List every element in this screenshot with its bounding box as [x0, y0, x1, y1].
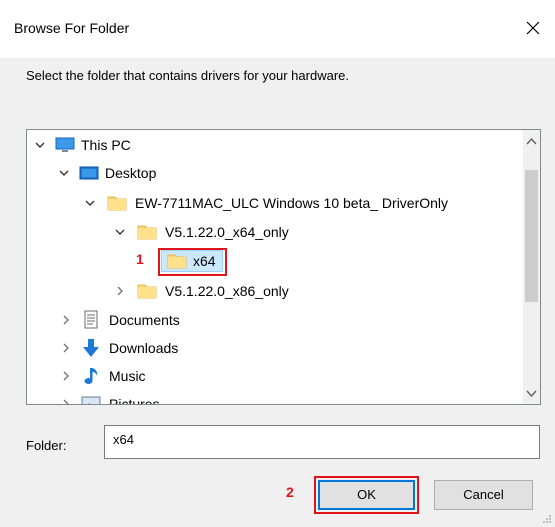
download-arrow-icon: [83, 339, 99, 357]
documents-icon: [84, 310, 98, 329]
tree-item-label: V5.1.22.0_x64_only: [165, 224, 289, 240]
scrollbar-thumb[interactable]: [525, 170, 538, 302]
tree-item-label: Music: [109, 368, 146, 384]
tree-item-label: Desktop: [105, 165, 157, 181]
tree-item-this-pc[interactable]: This PC: [27, 132, 524, 158]
annotation-box-step1: [158, 248, 227, 276]
chevron-down-icon[interactable]: [59, 168, 69, 178]
chevron-right-icon[interactable]: [115, 286, 125, 296]
tree-item-downloads[interactable]: Downloads: [27, 335, 524, 361]
close-button[interactable]: [511, 10, 555, 46]
music-note-icon: [84, 368, 98, 384]
cancel-button[interactable]: Cancel: [434, 480, 533, 510]
scroll-down-arrow-icon[interactable]: [526, 388, 537, 399]
chevron-right-icon[interactable]: [61, 343, 71, 353]
close-icon: [526, 21, 540, 35]
chevron-right-icon[interactable]: [61, 315, 71, 325]
annotation-step2-label: 2: [286, 484, 294, 500]
vertical-scrollbar[interactable]: [523, 130, 540, 404]
annotation-step1-label: 1: [136, 251, 144, 267]
chevron-down-icon[interactable]: [85, 198, 95, 208]
chevron-down-icon[interactable]: [115, 227, 125, 237]
pictures-icon: [81, 396, 101, 404]
tree-item-music[interactable]: Music: [27, 363, 524, 389]
scroll-up-arrow-icon[interactable]: [526, 136, 537, 147]
tree-item-label: V5.1.22.0_x86_only: [165, 283, 289, 299]
tree-item-x64[interactable]: x64: [27, 248, 524, 274]
chevron-right-icon[interactable]: [61, 399, 71, 405]
tree-item-label: Documents: [109, 312, 180, 328]
tree-item-label: Pictures: [109, 396, 160, 405]
desktop-icon: [79, 166, 99, 180]
instruction-text: Select the folder that contains drivers …: [26, 68, 349, 83]
title-bar: Browse For Folder: [0, 0, 555, 58]
chevron-right-icon[interactable]: [61, 371, 71, 381]
tree-item-label: Downloads: [109, 340, 179, 356]
tree-item-x64-only-folder[interactable]: V5.1.22.0_x64_only: [27, 219, 524, 245]
tree-item-pictures[interactable]: Pictures: [27, 391, 524, 405]
tree-item-label: EW-7711MAC_ULC Windows 10 beta_ DriverOn…: [135, 195, 449, 211]
folder-field-label: Folder:: [26, 438, 67, 453]
monitor-icon: [55, 137, 75, 152]
tree-item-label: This PC: [81, 137, 131, 153]
folder-icon: [137, 284, 157, 299]
folder-input[interactable]: x64: [104, 425, 540, 459]
browse-for-folder-dialog: Browse For Folder Select the folder that…: [0, 0, 555, 527]
folder-icon: [107, 196, 127, 211]
tree-item-desktop[interactable]: Desktop: [27, 160, 524, 186]
folder-tree[interactable]: This PC Desktop EW-7711MAC_ULC Windows 1…: [26, 129, 541, 405]
dialog-title: Browse For Folder: [14, 20, 130, 36]
tree-item-documents[interactable]: Documents: [27, 307, 524, 333]
tree-item-x86-only-folder[interactable]: V5.1.22.0_x86_only: [27, 278, 524, 304]
chevron-down-icon[interactable]: [35, 140, 45, 150]
ok-button[interactable]: OK: [318, 480, 415, 510]
folder-icon: [137, 225, 157, 240]
tree-item-driver-folder[interactable]: EW-7711MAC_ULC Windows 10 beta_ DriverOn…: [27, 190, 524, 216]
resize-grip-icon[interactable]: [542, 514, 552, 524]
